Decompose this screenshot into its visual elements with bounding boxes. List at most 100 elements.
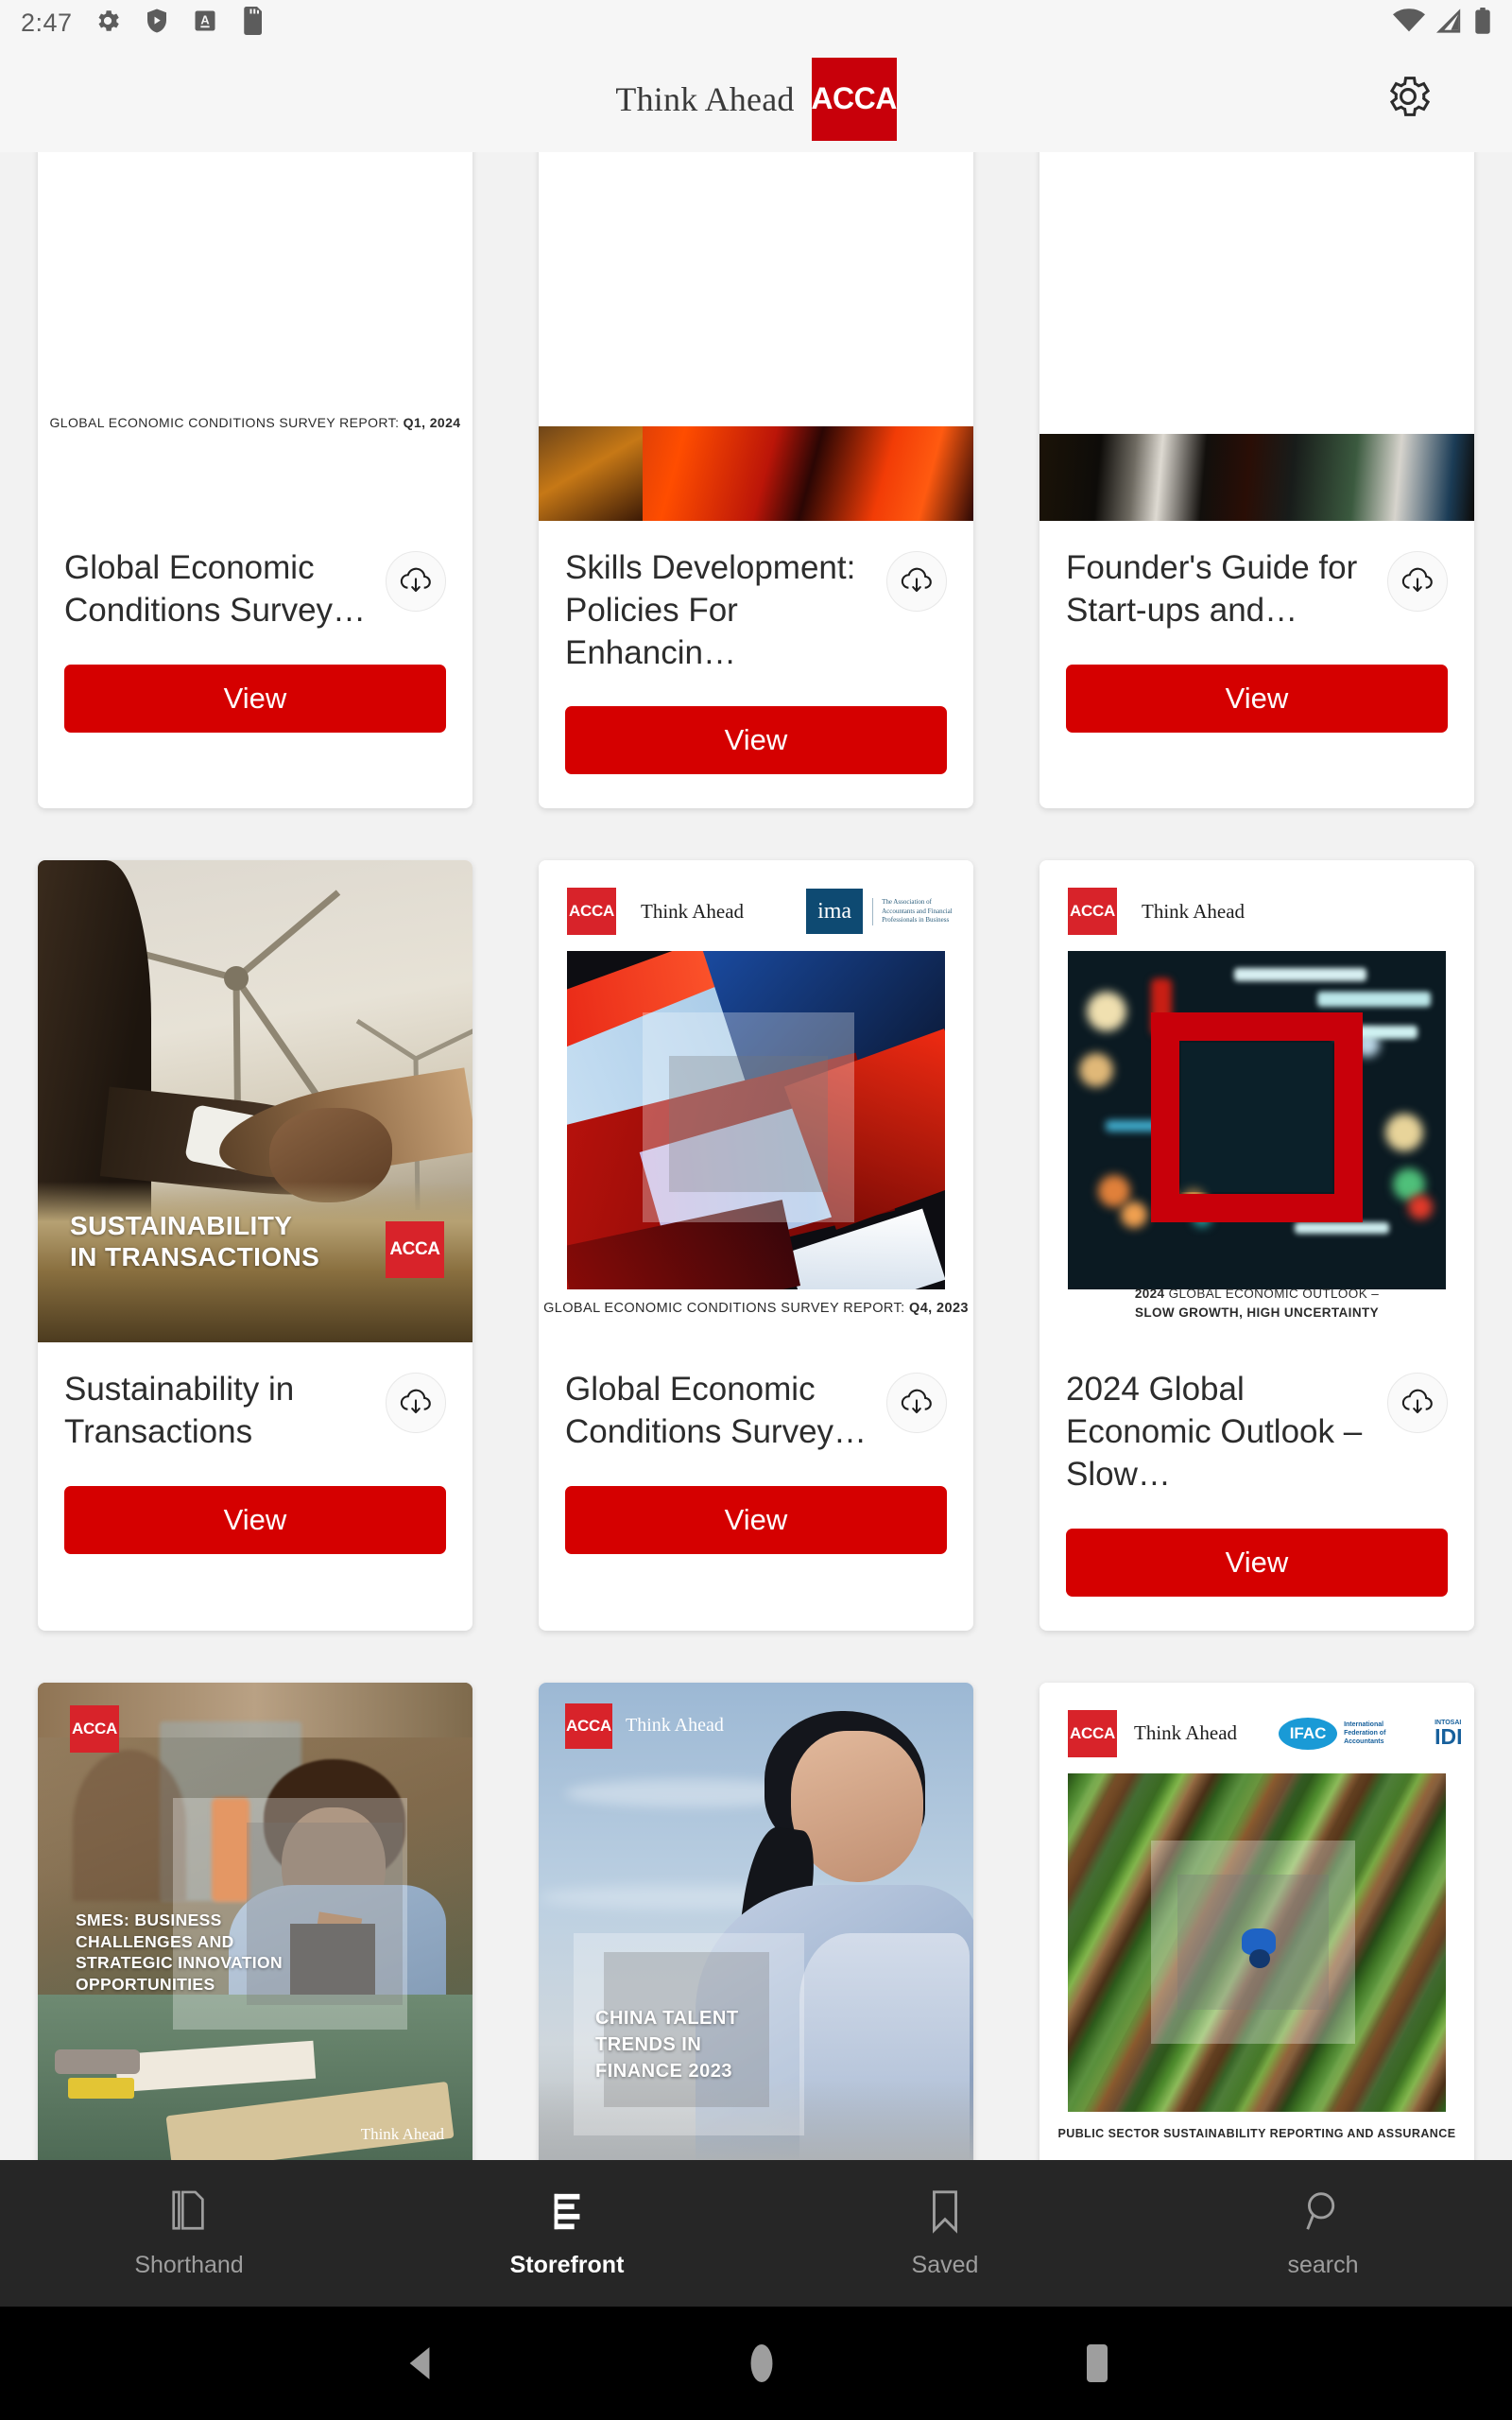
status-left-group: 2:47 A xyxy=(21,6,266,40)
view-button[interactable]: View xyxy=(565,706,947,775)
nav-back-button[interactable] xyxy=(404,2345,437,2381)
acca-logo-text: Think Ahead xyxy=(641,899,745,923)
ima-logo: ima The Association of Accountants and F… xyxy=(806,889,955,935)
cover-report-q1-2024: GLOBAL ECONOMIC CONDITIONS SURVEY REPORT… xyxy=(38,152,472,521)
download-button[interactable] xyxy=(1387,1373,1448,1434)
view-button[interactable]: View xyxy=(64,664,446,733)
card-title-row: 2024 Global Economic Outlook – Slow… xyxy=(1066,1369,1448,1495)
list-lines-icon xyxy=(545,2187,589,2237)
cover-overlay-title: CHINA TALENT TRENDS IN FINANCE 2023 xyxy=(595,2005,739,2085)
download-button[interactable] xyxy=(386,1373,446,1434)
card-cover-image: CHINA TALENT TRENDS IN FINANCE 2023 ACCA… xyxy=(539,1682,973,2160)
card-cover-image: ACCA Think Ahead ima The Association of … xyxy=(539,860,973,1343)
card-title-row: Founder's Guide for Start-ups and… xyxy=(1066,547,1448,632)
settings-button[interactable] xyxy=(1382,73,1435,126)
publication-card[interactable]: ACCA Think Ahead 2024 GLOBAL ECONOMIC OU… xyxy=(1040,860,1474,1631)
download-button[interactable] xyxy=(886,1373,947,1434)
publication-card[interactable]: Founder's Guide for Start-ups and… View xyxy=(1040,152,1474,809)
tab-shorthand[interactable]: Shorthand xyxy=(0,2187,378,2279)
cloud-download-icon xyxy=(398,562,434,602)
tab-label: search xyxy=(1287,2252,1359,2278)
view-button[interactable]: View xyxy=(565,1485,947,1554)
document-pages-icon xyxy=(167,2187,211,2237)
card-body: Founder's Guide for Start-ups and… View xyxy=(1040,521,1474,808)
view-button[interactable]: View xyxy=(1066,1528,1448,1597)
tab-storefront[interactable]: Storefront xyxy=(378,2187,756,2279)
nav-recents-button[interactable] xyxy=(1087,2344,1108,2382)
ima-logo-text: The Association of Accountants and Finan… xyxy=(872,898,955,925)
view-button[interactable]: View xyxy=(64,1485,446,1554)
tab-search[interactable]: search xyxy=(1134,2187,1512,2279)
acca-logo-text: ACCA xyxy=(811,81,897,115)
tab-label: Shorthand xyxy=(134,2252,244,2278)
card-body: Global Economic Conditions Survey… View xyxy=(539,1342,973,1630)
cover-dark-workshop-crop xyxy=(1040,152,1474,521)
cover-bokeh-city-lights: ACCA Think Ahead 2024 GLOBAL ECONOMIC OU… xyxy=(1040,860,1474,1343)
publication-card[interactable]: ACCA Think Ahead ima The Association of … xyxy=(539,860,973,1631)
cover-logo-row: ACCA Think Ahead IFAC International Fede… xyxy=(1068,1709,1462,1758)
card-body: Global Economic Conditions Survey… View xyxy=(38,521,472,808)
cover-overlay-line2: TRENDS IN xyxy=(595,2034,702,2055)
tab-label: Storefront xyxy=(509,2252,625,2278)
storefront-scroll-area[interactable]: GLOBAL ECONOMIC CONDITIONS SURVEY REPORT… xyxy=(0,152,1512,2160)
status-right-group xyxy=(1393,7,1491,39)
tab-saved[interactable]: Saved xyxy=(756,2187,1134,2279)
publication-card[interactable]: SMES: BUSINESS CHALLENGES AND STRATEGIC … xyxy=(38,1682,472,2160)
cover-acca-badge: ACCA xyxy=(386,1221,444,1279)
card-title: Global Economic Conditions Survey… xyxy=(565,1371,868,1451)
gear-icon xyxy=(1383,71,1434,127)
cover-lettuce-field: ACCA Think Ahead IFAC International Fede… xyxy=(1040,1682,1474,2160)
idi-logo-text: IDI xyxy=(1435,1723,1463,1749)
card-title: Sustainability in Transactions xyxy=(64,1371,295,1451)
card-title-row: Global Economic Conditions Survey… xyxy=(64,547,446,632)
cloud-download-icon xyxy=(1400,1383,1435,1424)
a-badge-icon: A xyxy=(192,8,218,39)
cloud-download-icon xyxy=(899,562,935,602)
cover-footer-tagline: Think Ahead xyxy=(360,2124,444,2143)
card-cover-image xyxy=(539,152,973,521)
bottom-tab-bar: Shorthand Storefront Saved search xyxy=(0,2160,1512,2307)
cover-caption: PUBLIC SECTOR SUSTAINABILITY REPORTING A… xyxy=(1057,2126,1456,2140)
publication-card[interactable]: CHINA TALENT TRENDS IN FINANCE 2023 ACCA… xyxy=(539,1682,973,2160)
cover-caption: GLOBAL ECONOMIC CONDITIONS SURVEY REPORT… xyxy=(49,415,461,430)
ifac-logo-text: International Federation of Accountants xyxy=(1344,1721,1386,1746)
cloud-download-icon xyxy=(899,1383,935,1424)
svg-text:A: A xyxy=(200,12,209,26)
cover-overlay-line1: SMES: BUSINESS xyxy=(76,1910,222,1929)
acca-logo: Think Ahead ACCA xyxy=(615,57,897,141)
download-button[interactable] xyxy=(886,551,947,612)
cover-overlay-line4: OPPORTUNITIES xyxy=(76,1975,215,1995)
card-title-row: Global Economic Conditions Survey… xyxy=(565,1369,947,1454)
brand-tagline: Think Ahead xyxy=(615,79,795,118)
wifi-icon xyxy=(1393,8,1425,38)
publication-card[interactable]: GLOBAL ECONOMIC CONDITIONS SURVEY REPORT… xyxy=(38,152,472,809)
view-button[interactable]: View xyxy=(1066,664,1448,733)
acca-logo-text: Think Ahead xyxy=(1142,899,1246,923)
publication-card[interactable]: ACCA Think Ahead IFAC International Fede… xyxy=(1040,1682,1474,2160)
download-button[interactable] xyxy=(1387,551,1448,612)
cover-red-abstract-crop xyxy=(539,152,973,521)
nav-home-button[interactable] xyxy=(748,2343,775,2383)
publication-card[interactable]: SUSTAINABILITY IN TRANSACTIONS ACCA Sust… xyxy=(38,860,472,1631)
cloud-download-icon xyxy=(398,1383,434,1424)
card-body: 2024 Global Economic Outlook – Slow… Vie… xyxy=(1040,1342,1474,1630)
shield-play-icon xyxy=(143,7,171,40)
cover-abstract-red-geometry: ACCA Think Ahead ima The Association of … xyxy=(539,860,973,1343)
app-header: Think Ahead ACCA xyxy=(0,45,1512,152)
card-cover-image: ACCA Think Ahead 2024 GLOBAL ECONOMIC OU… xyxy=(1040,860,1474,1343)
cloud-download-icon xyxy=(1400,562,1435,602)
cover-caption: 2024 GLOBAL ECONOMIC OUTLOOK – SLOW GROW… xyxy=(1134,1287,1380,1320)
publication-card[interactable]: Skills Development: Policies For Enhanci… xyxy=(539,152,973,809)
cover-logo-row: ACCA Think Ahead xyxy=(565,1703,724,1749)
cover-acca-badge: ACCA xyxy=(70,1704,119,1753)
cover-caption: GLOBAL ECONOMIC CONDITIONS SURVEY REPORT… xyxy=(543,1301,969,1317)
cover-overlay-title: SUSTAINABILITY IN TRANSACTIONS xyxy=(70,1210,319,1272)
acca-logo-mark: ACCA xyxy=(567,888,616,936)
acca-logo-text: Think Ahead xyxy=(1134,1721,1238,1745)
card-title: Skills Development: Policies For Enhanci… xyxy=(565,549,856,671)
card-cover-image xyxy=(1040,152,1474,521)
download-button[interactable] xyxy=(386,551,446,612)
card-cover-image: SMES: BUSINESS CHALLENGES AND STRATEGIC … xyxy=(38,1682,472,2160)
bookmark-icon xyxy=(924,2187,966,2237)
cover-overlay-line2: IN TRANSACTIONS xyxy=(70,1242,320,1272)
